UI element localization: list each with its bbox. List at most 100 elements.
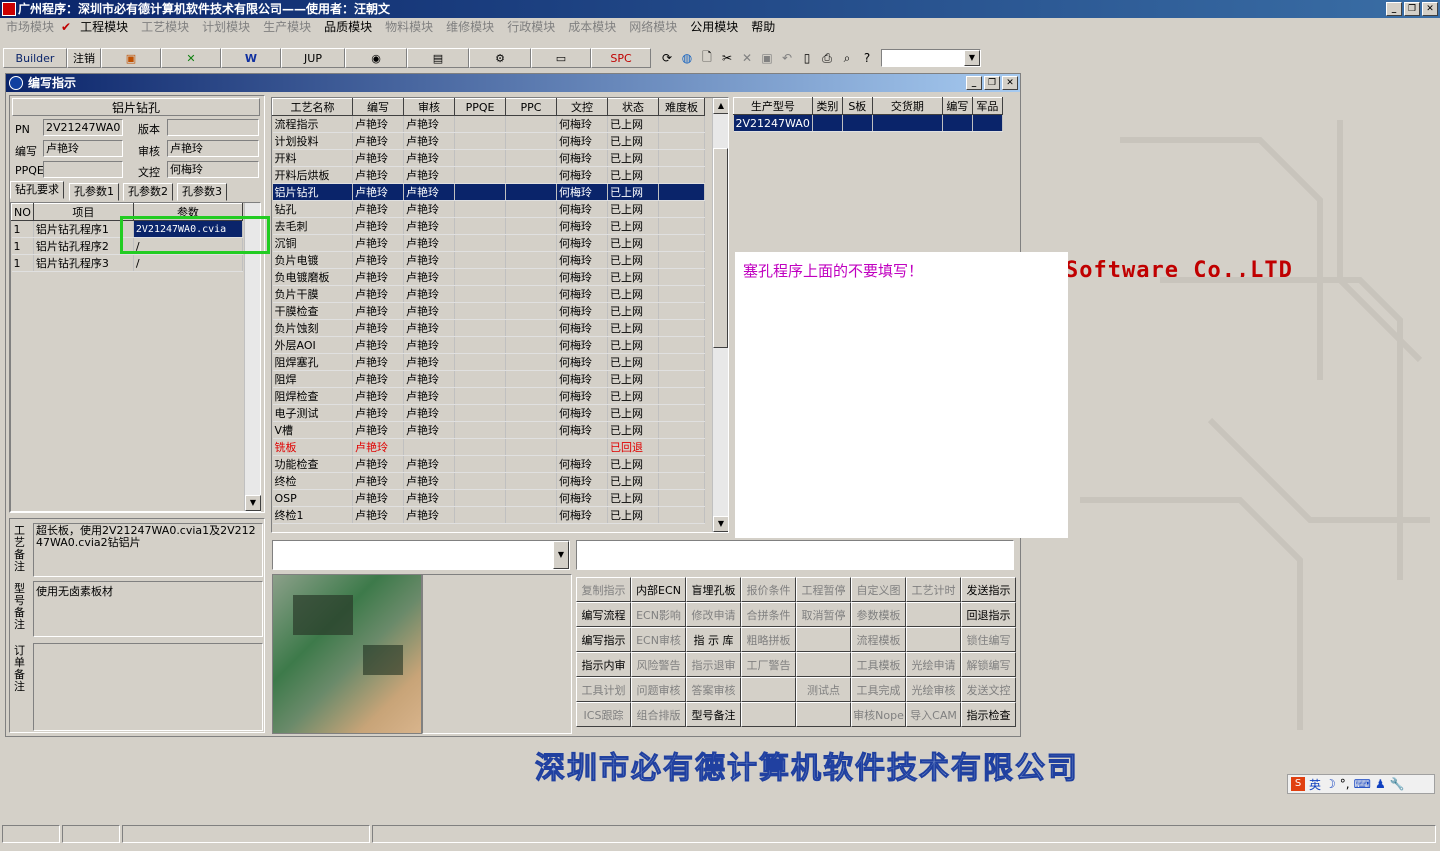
scroll-up-icon[interactable]: ▲ [713,98,728,114]
action-button[interactable]: 粗略拼板 [741,627,796,652]
model-header[interactable]: 生产型号 [733,97,813,115]
action-button[interactable] [796,652,851,677]
globe-icon[interactable]: ◍ [677,48,697,68]
table-row[interactable]: 流程指示 卢艳玲 卢艳玲 何梅玲 已上网 [272,115,705,133]
menu-item[interactable]: 市场模块 [0,18,61,36]
menu-item[interactable]: 生产模块 [257,18,318,36]
database-button[interactable]: ▤ [407,48,469,68]
user-icon[interactable]: ♟ [1375,777,1386,791]
table-row[interactable]: 阻焊塞孔 卢艳玲 卢艳玲 何梅玲 已上网 [272,353,705,371]
table-row[interactable]: 阻焊 卢艳玲 卢艳玲 何梅玲 已上网 [272,370,705,388]
table-row[interactable]: 2V21247WA0 [733,114,1003,132]
action-button[interactable]: 锁住编写 [961,627,1016,652]
pn-field[interactable]: 2V21247WA0 [43,119,123,136]
menu-item[interactable]: 网络模块 [623,18,684,36]
action-button[interactable]: 报价条件 [741,577,796,602]
action-button[interactable]: 工艺计时 [906,577,961,602]
action-button[interactable]: 问题审核 [631,677,686,702]
table-row[interactable]: 干膜检查 卢艳玲 卢艳玲 何梅玲 已上网 [272,302,705,320]
version-field[interactable] [167,119,259,136]
table-row[interactable]: 功能检查 卢艳玲 卢艳玲 何梅玲 已上网 [272,455,705,473]
table-row[interactable]: 开料 卢艳玲 卢艳玲 何梅玲 已上网 [272,149,705,167]
action-button[interactable]: 测试点 [796,677,851,702]
table-row[interactable]: V槽 卢艳玲 卢艳玲 何梅玲 已上网 [272,421,705,439]
close-button[interactable]: ✕ [1422,2,1438,16]
window-close-button[interactable]: ✕ [1002,76,1018,90]
action-button[interactable]: 发送指示 [961,577,1016,602]
table-row[interactable]: 终检1 卢艳玲 卢艳玲 何梅玲 已上网 [272,506,705,524]
jup-button[interactable]: JUP [281,48,345,68]
table-row[interactable]: 负片干膜 卢艳玲 卢艳玲 何梅玲 已上网 [272,285,705,303]
process-header[interactable]: 状态 [607,98,659,116]
action-button[interactable] [796,702,851,727]
process-header[interactable]: 难度板 [658,98,705,116]
model-header[interactable]: 军品 [971,97,1003,115]
tab-hole-param-1[interactable]: 孔参数1 [69,183,119,201]
action-button[interactable]: 组合排版 [631,702,686,727]
tab-hole-param-3[interactable]: 孔参数3 [177,183,227,201]
builder-button[interactable]: Builder [3,48,67,68]
process-header[interactable]: PPC [505,98,557,116]
table-row[interactable]: 沉铜 卢艳玲 卢艳玲 何梅玲 已上网 [272,234,705,252]
scroll-thumb[interactable] [713,148,728,348]
action-button[interactable]: 流程模板 [851,627,906,652]
model-note-field[interactable]: 使用无卤素板材 [33,581,263,637]
menu-item[interactable]: 工程模块 [74,18,135,36]
action-button[interactable]: 解锁编写 [961,652,1016,677]
action-button[interactable]: 审核Nope [851,702,906,727]
scroll-down-icon[interactable]: ▼ [713,516,728,532]
table-row[interactable]: 负片蚀刻 卢艳玲 卢艳玲 何梅玲 已上网 [272,319,705,337]
new-file-icon[interactable]: 🗋 [697,48,717,68]
view-button[interactable]: ◉ [345,48,407,68]
refresh-icon[interactable]: ⟳ [657,48,677,68]
model-header[interactable]: 类别 [811,97,843,115]
table-row[interactable]: 计划投料 卢艳玲 卢艳玲 何梅玲 已上网 [272,132,705,150]
action-button[interactable]: 合拼条件 [741,602,796,627]
ime-bar[interactable]: S 英 ☽ °, ⌨ ♟ 🔧 [1287,774,1435,794]
save-icon[interactable]: ▣ [757,48,777,68]
delete-icon[interactable]: ✕ [737,48,757,68]
tab-hole-param-2[interactable]: 孔参数2 [123,183,173,201]
action-button[interactable]: 型号备注 [686,702,741,727]
process-header[interactable]: 文控 [556,98,608,116]
computer-button[interactable]: ▭ [531,48,591,68]
table-row[interactable]: 1 铝片钻孔程序3 / [11,254,244,272]
model-header[interactable]: 交货期 [871,97,943,115]
restore-button[interactable]: ❐ [1404,2,1420,16]
action-button[interactable]: 工具计划 [576,677,631,702]
action-button[interactable]: 指示检查 [961,702,1016,727]
action-button[interactable]: 指示内审 [576,652,631,677]
process-note-field[interactable]: 超长板，使用2V21247WA0.cvia1及2V21247WA0.cvia2钻… [33,523,263,577]
review-field[interactable]: 卢艳玲 [167,140,259,157]
tools-button[interactable]: ⚙ [469,48,531,68]
table-row[interactable]: 外层AOI 卢艳玲 卢艳玲 何梅玲 已上网 [272,336,705,354]
print-icon[interactable]: ⎙ [817,48,837,68]
process-scrollbar[interactable]: ▲ ▼ [712,98,728,532]
action-button[interactable] [906,627,961,652]
action-button[interactable]: 修改申请 [686,602,741,627]
table-row[interactable]: 电子测试 卢艳玲 卢艳玲 何梅玲 已上网 [272,404,705,422]
param-value[interactable]: / [133,254,244,272]
table-row[interactable]: 终检 卢艳玲 卢艳玲 何梅玲 已上网 [272,472,705,490]
process-combo[interactable]: ▼ [272,540,570,570]
action-button[interactable] [906,602,961,627]
window-minimize-button[interactable]: _ [966,76,982,90]
minimize-button[interactable]: _ [1386,2,1402,16]
word-button[interactable]: W [221,48,281,68]
action-button[interactable]: 内部ECN [631,577,686,602]
action-button[interactable]: 工具完成 [851,677,906,702]
table-row[interactable]: OSP 卢艳玲 卢艳玲 何梅玲 已上网 [272,489,705,507]
menu-item[interactable]: 物料模块 [379,18,440,36]
action-button[interactable]: 取消暂停 [796,602,851,627]
excel-button[interactable]: ✕ [161,48,221,68]
action-button[interactable]: ECN影响 [631,602,686,627]
toolbar-combo[interactable]: ▼ [881,49,981,67]
menu-item[interactable]: 帮助 [745,18,782,36]
action-button[interactable]: 答案审核 [686,677,741,702]
action-button[interactable]: 工程暂停 [796,577,851,602]
spc-button[interactable]: SPC [591,48,651,68]
wrench-icon[interactable]: 🔧 [1390,777,1405,791]
process-header[interactable]: 编写 [352,98,404,116]
action-button[interactable] [796,627,851,652]
action-button[interactable]: ECN审核 [631,627,686,652]
